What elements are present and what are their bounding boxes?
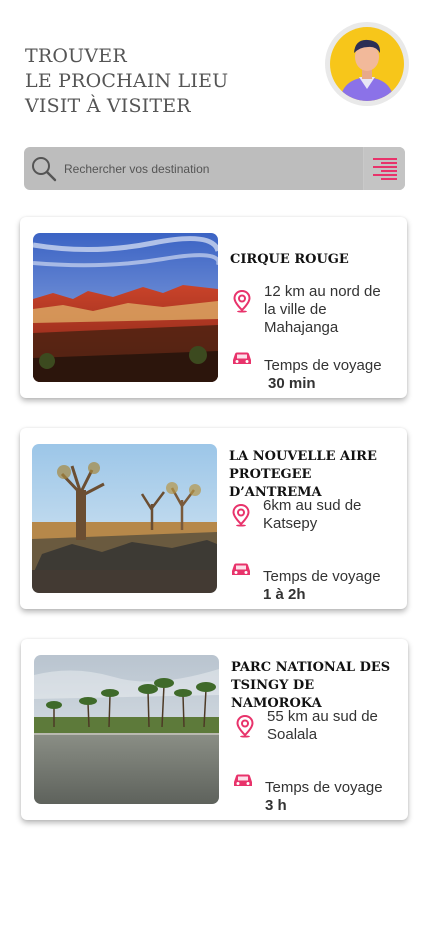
travel-time-text: Temps de voyage 30 min — [264, 339, 382, 411]
destination-distance: 12 km au nord de la ville de Mahajanga — [230, 283, 381, 337]
car-icon — [232, 563, 250, 575]
filter-button[interactable] — [363, 147, 405, 190]
location-pin-icon — [236, 714, 254, 738]
travel-time-value: 1 à 2h — [263, 586, 306, 603]
title-line-1: TROUVER — [25, 45, 127, 67]
distance-text: 12 km au nord de la ville de Mahajanga — [264, 283, 381, 336]
filter-list-icon — [372, 157, 397, 180]
car-icon — [234, 774, 252, 786]
destination-card-cirque-rouge[interactable]: CIRQUE ROUGE 12 km au nord de la ville d… — [20, 217, 407, 398]
destination-name: CIRQUE ROUGE — [230, 252, 349, 267]
destination-card-antrema[interactable]: LA NOUVELLE AIRE PROTEGEE D’ANTREMA 6km … — [20, 428, 407, 609]
title-line-2: LE PROCHAIN LIEU — [25, 70, 229, 92]
destination-name: LA NOUVELLE AIRE PROTEGEE D’ANTREMA — [229, 449, 377, 500]
car-icon — [233, 352, 251, 364]
user-avatar[interactable] — [325, 22, 409, 106]
travel-time-text: Temps de voyage 1 à 2h — [263, 550, 381, 622]
search-bar[interactable] — [24, 147, 405, 190]
destination-distance: 6km au sud de Katsepy — [229, 497, 361, 533]
travel-time-label: Temps de voyage — [263, 568, 381, 585]
destination-card-namoroka[interactable]: PARC NATIONAL DES TSINGY DE NAMOROKA 55 … — [21, 639, 408, 820]
travel-time: Temps de voyage 30 min — [230, 339, 382, 411]
avatar-person-icon — [330, 27, 404, 101]
distance-text: 55 km au sud de Soalala — [267, 708, 378, 743]
page-title: TROUVER LE PROCHAIN LIEU VISIT À VISITER — [25, 44, 228, 119]
location-pin-icon — [233, 289, 251, 313]
destination-photo — [32, 444, 217, 593]
travel-time-text: Temps de voyage 3 h — [265, 761, 383, 833]
destination-name: PARC NATIONAL DES TSINGY DE NAMOROKA — [231, 660, 391, 711]
destination-distance: 55 km au sud de Soalala — [233, 708, 378, 744]
distance-text: 6km au sud de Katsepy — [263, 497, 362, 532]
travel-time-value: 30 min — [268, 375, 316, 392]
search-icon — [32, 156, 57, 181]
travel-time-value: 3 h — [265, 797, 287, 814]
travel-time: Temps de voyage 3 h — [231, 761, 383, 833]
travel-time-label: Temps de voyage — [264, 357, 382, 374]
location-pin-icon — [232, 503, 250, 527]
destination-photo — [33, 233, 218, 382]
search-input[interactable] — [64, 161, 363, 176]
travel-time-label: Temps de voyage — [265, 779, 383, 796]
title-line-3: VISIT À VISITER — [25, 95, 191, 117]
travel-time: Temps de voyage 1 à 2h — [229, 550, 381, 622]
destination-photo — [34, 655, 219, 804]
